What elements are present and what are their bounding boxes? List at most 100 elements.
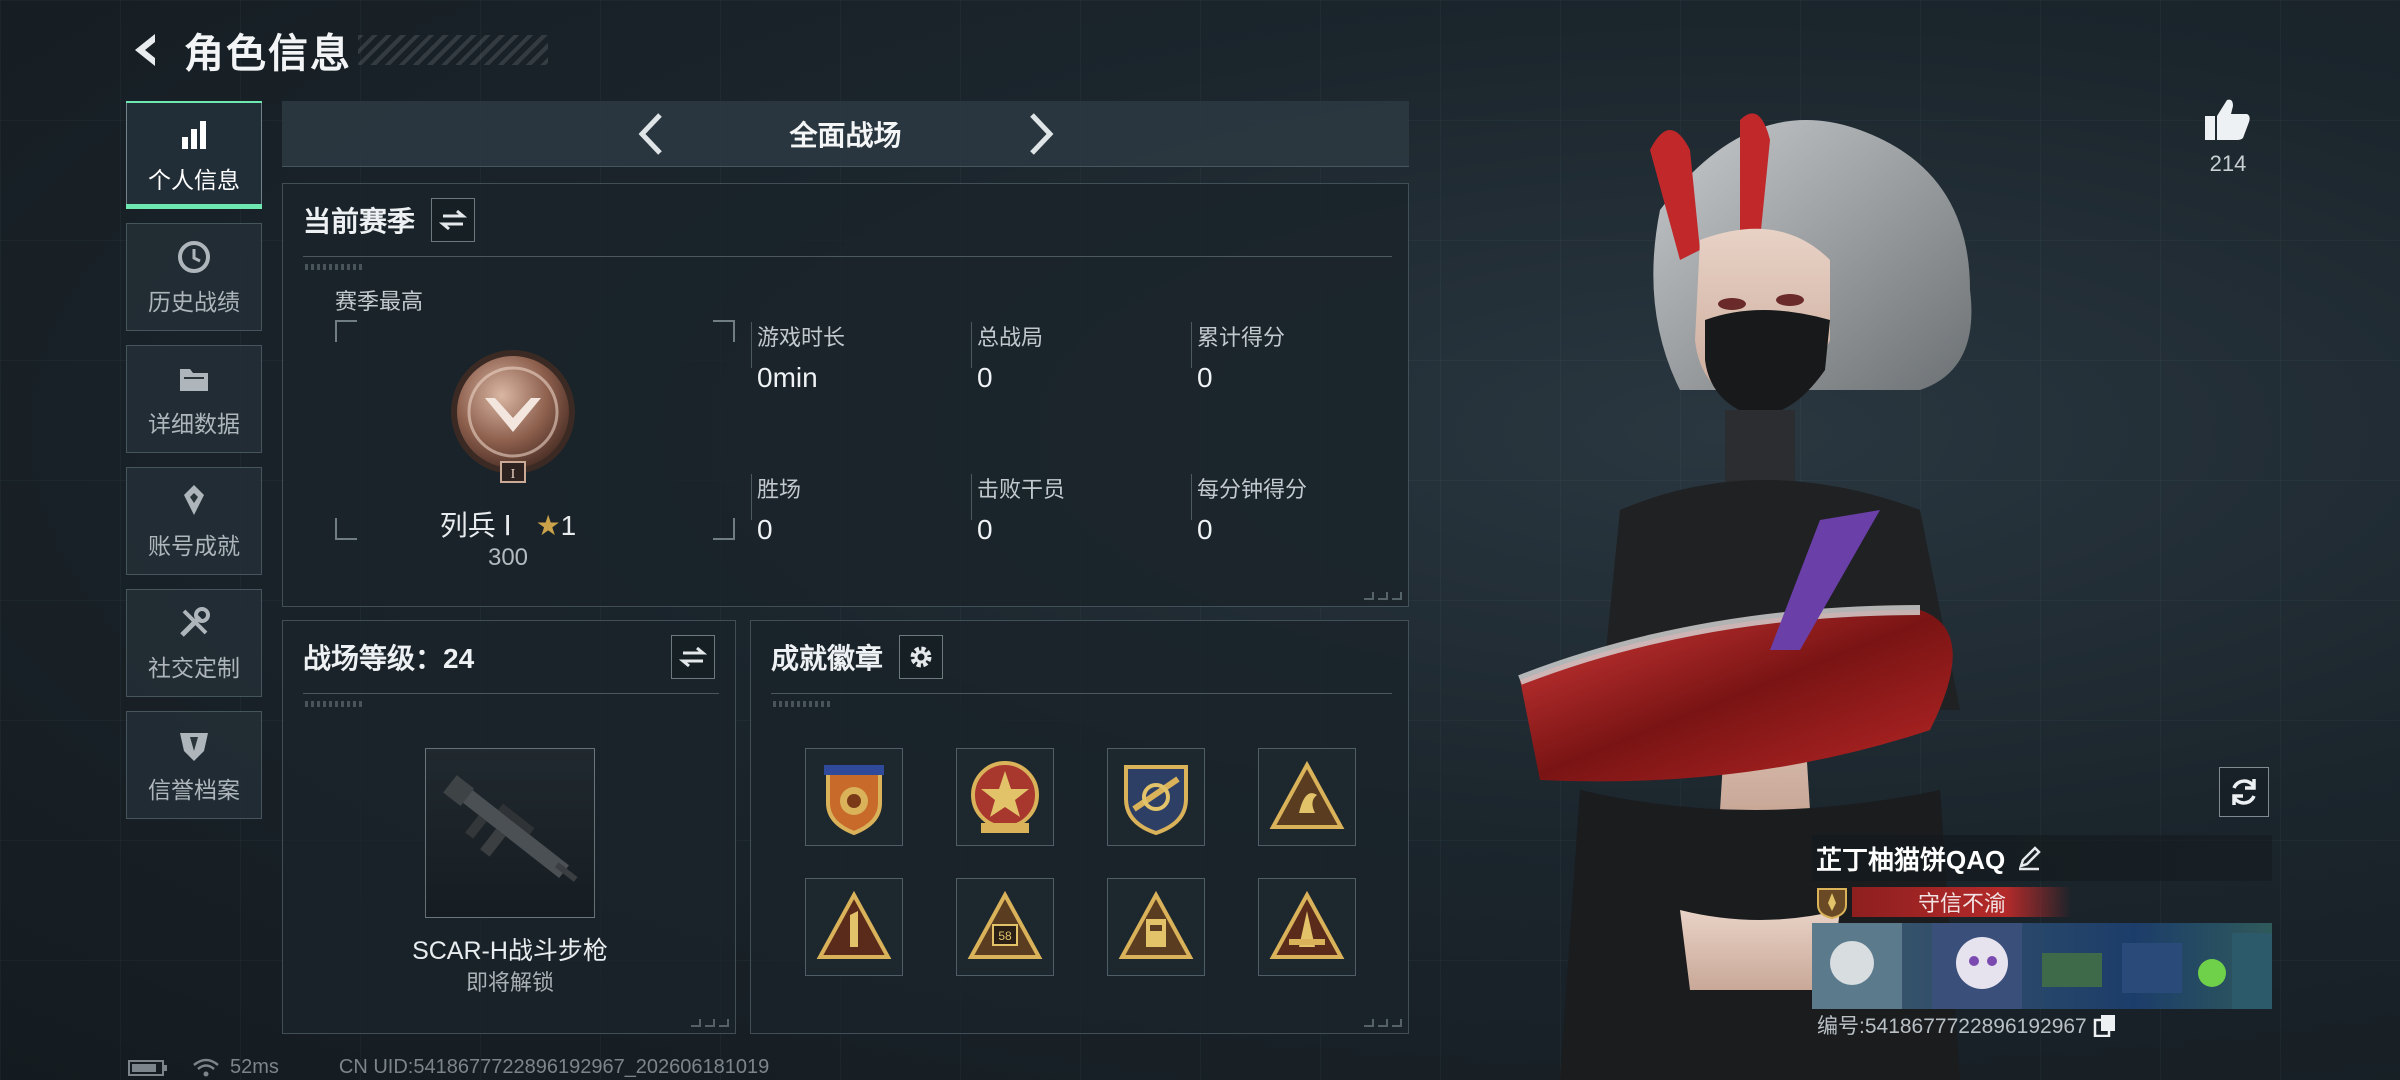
sidebar-item-social[interactable]: 社交定制 <box>126 589 262 697</box>
server-uid-line: CN UID:5418677722896192967_202606181019 <box>338 1056 770 1078</box>
folder-icon <box>180 369 208 391</box>
shield-badge-icon <box>180 733 208 761</box>
bar-chart-icon <box>182 121 206 149</box>
season-switch-button[interactable] <box>431 198 476 242</box>
sidebar-item-label: 账号成就 <box>148 533 240 559</box>
badge-1[interactable] <box>805 748 903 846</box>
mode-selector: 全面战场 <box>282 101 1409 167</box>
stat-value: 0 <box>977 362 993 393</box>
player-uid-row: 编号:5418677722896192967 <box>1817 1010 2117 1040</box>
weapon-name: SCAR-H战斗步枪 <box>412 937 608 965</box>
stat-label: 累计得分 <box>1197 325 1286 350</box>
divider <box>303 693 719 694</box>
battlefield-panel-header: 战场等级：24 <box>303 635 715 679</box>
stat-play-time: 游戏时长 0min <box>757 320 845 394</box>
sidebar: 个人信息 历史战绩 详细数据 账号成就 社交定制 信誉档案 <box>126 101 262 833</box>
refresh-icon <box>2232 779 2256 805</box>
divider <box>303 256 1392 257</box>
copy-icon[interactable] <box>2093 1013 2117 1037</box>
stat-label: 游戏时长 <box>757 325 846 350</box>
sidebar-item-history[interactable]: 历史战绩 <box>126 223 262 331</box>
svg-text:I: I <box>511 467 516 482</box>
wifi-icon <box>193 1058 219 1076</box>
divider-dots <box>773 701 833 707</box>
stat-label: 胜场 <box>757 477 802 502</box>
badge-6[interactable]: 58 <box>956 878 1054 976</box>
player-banner[interactable] <box>1812 923 2272 1009</box>
stat-score-per-minute: 每分钟得分 0 <box>1197 472 1307 546</box>
battlefield-level-panel: 战场等级：24 SCAR-H战斗步枪 即将解锁 <box>282 620 736 1034</box>
weapon-status: 即将解锁 <box>465 970 554 995</box>
triangle-badge-icon <box>1269 891 1345 959</box>
rank-stars: 1 <box>560 510 577 541</box>
divider-dots <box>305 264 365 270</box>
player-title: 守信不渝 <box>1852 887 2072 917</box>
stat-separator <box>751 474 752 520</box>
stat-total-score: 累计得分 0 <box>1197 320 1285 394</box>
star-medal-icon <box>971 761 1039 833</box>
stat-separator <box>971 322 972 368</box>
triangle-badge-icon: 58 <box>967 891 1043 959</box>
status-bar: 52ms CN UID:5418677722896192967_20260618… <box>128 1056 769 1079</box>
swap-icon <box>439 209 468 231</box>
badge-number: 58 <box>998 929 1012 943</box>
stat-value: 0 <box>1197 514 1213 545</box>
chevron-left-icon <box>638 112 662 155</box>
sidebar-item-label: 社交定制 <box>148 655 240 681</box>
banner-art <box>1812 923 2272 1009</box>
battery-icon <box>128 1059 167 1076</box>
edit-name-icon[interactable] <box>2015 844 2043 872</box>
sidebar-item-label: 个人信息 <box>148 167 240 193</box>
stat-separator <box>751 322 752 368</box>
gear-icon <box>910 646 932 668</box>
sidebar-item-achievements[interactable]: 账号成就 <box>126 467 262 575</box>
badges-title: 成就徽章 <box>771 643 884 674</box>
mode-next-button[interactable] <box>1016 109 1066 159</box>
title-decoration <box>358 35 548 65</box>
badges-panel-header: 成就徽章 <box>771 635 944 679</box>
season-panel-header: 当前赛季 <box>303 198 476 242</box>
chevron-right-icon <box>1029 112 1053 155</box>
season-best-label: 赛季最高 <box>335 289 424 314</box>
stat-wins: 胜场 0 <box>757 472 801 546</box>
weapon-reward[interactable] <box>425 748 595 918</box>
back-button[interactable] <box>122 25 172 75</box>
sidebar-item-label: 信誉档案 <box>148 777 240 803</box>
badge-4[interactable] <box>1258 748 1356 846</box>
title-emblem-icon <box>1817 888 1847 919</box>
mode-title: 全面战场 <box>789 119 902 151</box>
badge-2[interactable] <box>956 748 1054 846</box>
rifle-icon <box>443 775 578 882</box>
sidebar-item-detailed-data[interactable]: 详细数据 <box>126 345 262 453</box>
divider <box>771 693 1392 694</box>
sidebar-item-personal-info[interactable]: 个人信息 <box>126 101 262 209</box>
stat-value: 0 <box>977 514 993 545</box>
stat-label: 击败干员 <box>977 477 1066 502</box>
badge-8[interactable] <box>1258 878 1356 976</box>
player-title-row: 守信不渝 <box>1812 885 2272 919</box>
badge-5[interactable] <box>805 878 903 976</box>
stat-label: 每分钟得分 <box>1197 477 1308 502</box>
player-name-row: 芷丁柚猫饼QAQ <box>1812 835 2272 881</box>
badge-7[interactable] <box>1107 878 1205 976</box>
mode-prev-button[interactable] <box>626 109 676 159</box>
thumbs-up-icon[interactable] <box>2203 96 2253 142</box>
swap-icon <box>679 646 707 668</box>
stat-value: 0min <box>757 362 818 393</box>
battlefield-switch-button[interactable] <box>671 635 715 679</box>
triangle-badge-icon <box>1118 891 1194 959</box>
sidebar-item-label: 详细数据 <box>148 411 240 437</box>
sidebar-item-reputation[interactable]: 信誉档案 <box>126 711 262 819</box>
refresh-character-button[interactable] <box>2219 767 2269 817</box>
header: 角色信息 <box>122 20 548 80</box>
stat-total-matches: 总战局 0 <box>977 320 1043 394</box>
season-title: 当前赛季 <box>303 206 416 237</box>
triangle-badge-icon <box>816 891 892 959</box>
like-area: 214 <box>2196 96 2260 177</box>
sidebar-item-label: 历史战绩 <box>148 289 240 315</box>
badges-settings-button[interactable] <box>899 635 944 679</box>
badge-3[interactable] <box>1107 748 1205 846</box>
stat-label: 总战局 <box>977 325 1044 350</box>
stat-value: 0 <box>757 514 773 545</box>
back-arrow-icon <box>135 34 155 66</box>
